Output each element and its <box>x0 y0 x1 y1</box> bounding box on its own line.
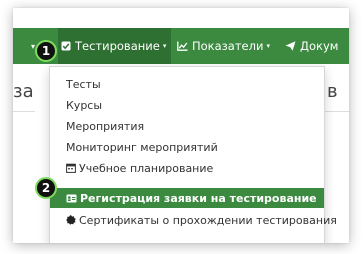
menu-item-label: Курсы <box>66 98 103 112</box>
nav-documents-menu[interactable]: Докум <box>285 28 338 64</box>
menu-item-courses[interactable]: Курсы <box>50 95 324 115</box>
menu-item-label: Сертификаты о прохождении тестирования <box>79 213 337 227</box>
step-2-badge: 2 <box>35 177 57 199</box>
nav-testing-menu[interactable]: Тестирование ▾ <box>58 28 172 64</box>
checkbox-icon <box>61 41 71 51</box>
menu-item-study-planning[interactable]: Учебное планирование <box>50 158 324 178</box>
background-divider <box>13 111 35 112</box>
top-navbar: ▾ Тестирование ▾ Показатели ▾ Докум <box>13 28 349 64</box>
menu-item-label: Учебное планирование <box>79 161 214 175</box>
nav-indicators-label: Показатели <box>192 39 264 53</box>
background-heading-right: в <box>327 81 338 102</box>
calendar-icon <box>66 163 76 173</box>
id-card-icon <box>66 194 77 203</box>
screenshot-frame: ▾ Тестирование ▾ Показатели ▾ Докум за в… <box>13 8 349 243</box>
menu-item-label: Мониторинг мероприятий <box>66 140 218 154</box>
menu-item-test-registration[interactable]: Регистрация заявки на тестирование <box>50 188 324 208</box>
menu-item-label: Тесты <box>66 77 101 91</box>
menu-item-certificates[interactable]: Сертификаты о прохождении тестирования <box>50 210 337 230</box>
menu-item-tests[interactable]: Тесты <box>50 74 324 94</box>
menu-item-events[interactable]: Мероприятия <box>50 116 324 136</box>
certificate-icon <box>66 215 76 225</box>
menu-item-events-monitoring[interactable]: Мониторинг мероприятий <box>50 137 324 157</box>
nav-documents-label: Докум <box>300 39 339 53</box>
step-1-badge: 1 <box>35 40 57 62</box>
caret-down-icon: ▾ <box>162 42 167 50</box>
nav-caret-stub[interactable]: ▾ <box>13 28 35 64</box>
paper-plane-icon <box>285 41 296 51</box>
testing-dropdown-menu: Тесты Курсы Мероприятия Мониторинг мероп… <box>49 66 337 243</box>
menu-item-label: Мероприятия <box>66 119 145 133</box>
chart-icon <box>177 41 188 51</box>
caret-down-icon: ▾ <box>266 42 270 50</box>
background-divider <box>323 111 349 112</box>
nav-indicators-menu[interactable]: Показатели ▾ <box>177 28 270 64</box>
menu-item-label: Регистрация заявки на тестирование <box>80 191 317 205</box>
nav-testing-label: Тестирование <box>75 39 160 53</box>
background-heading-left: за <box>13 81 34 102</box>
